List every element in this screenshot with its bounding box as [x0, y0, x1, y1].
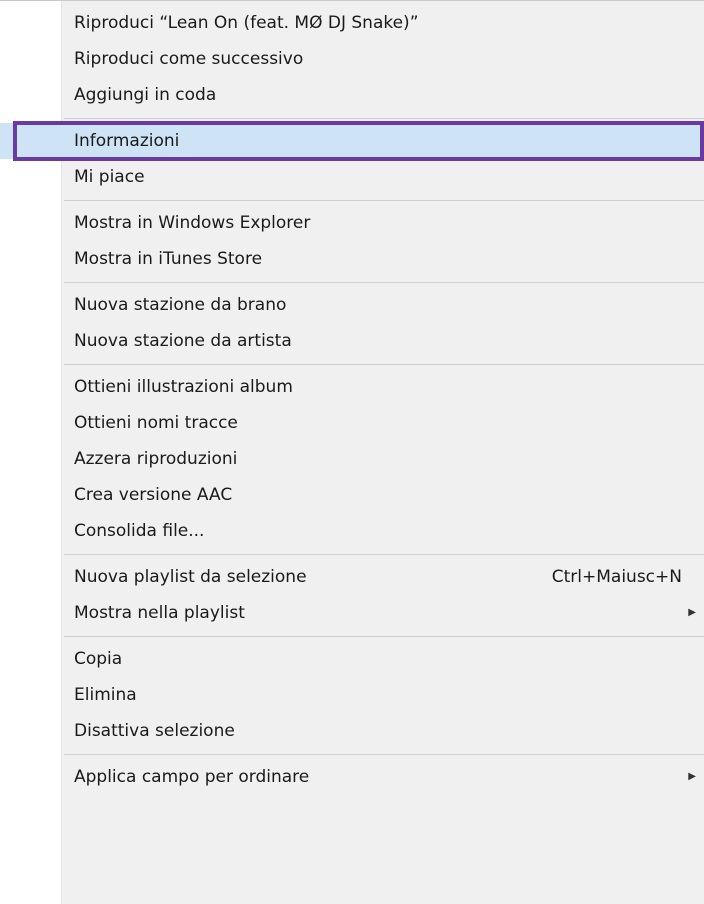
menu-item-aggiungi-in-coda[interactable]: Aggiungi in coda: [0, 77, 704, 113]
menu-item-azzera-riproduzioni[interactable]: Azzera riproduzioni: [0, 441, 704, 477]
menu-items: Riproduci “Lean On (feat. MØ DJ Snake)” R…: [0, 5, 704, 795]
menu-item-riproduci-lean-on-feat-m-dj-snake[interactable]: Riproduci “Lean On (feat. MØ DJ Snake)”: [0, 5, 704, 41]
menu-item-informazioni[interactable]: Informazioni: [0, 121, 704, 161]
context-menu: Riproduci “Lean On (feat. MØ DJ Snake)” R…: [0, 0, 704, 904]
menu-item-label: Copia: [74, 649, 123, 669]
menu-item-applica-campo-per-ordinare[interactable]: Applica campo per ordinare ▶: [0, 759, 704, 795]
menu-separator: [0, 549, 704, 559]
menu-separator: [0, 195, 704, 205]
menu-item-label: Applica campo per ordinare: [74, 767, 310, 787]
menu-item-crea-versione-aac[interactable]: Crea versione AAC: [0, 477, 704, 513]
menu-item-disattiva-selezione[interactable]: Disattiva selezione: [0, 713, 704, 749]
menu-item-ottieni-illustrazioni-album[interactable]: Ottieni illustrazioni album: [0, 369, 704, 405]
menu-item-label: Nuova stazione da brano: [74, 295, 287, 315]
submenu-arrow-icon: ▶: [688, 771, 696, 782]
menu-item-mostra-in-windows-explorer[interactable]: Mostra in Windows Explorer: [0, 205, 704, 241]
menu-item-nuova-stazione-da-brano[interactable]: Nuova stazione da brano: [0, 287, 704, 323]
menu-separator: [0, 277, 704, 287]
menu-item-nuova-playlist-da-selezione[interactable]: Nuova playlist da selezione Ctrl+Maiusc+N: [0, 559, 704, 595]
menu-item-label: Mi piace: [74, 167, 145, 187]
menu-item-label: Azzera riproduzioni: [74, 449, 238, 469]
menu-item-mostra-in-itunes-store[interactable]: Mostra in iTunes Store: [0, 241, 704, 277]
menu-item-elimina[interactable]: Elimina: [0, 677, 704, 713]
menu-separator: [0, 113, 704, 123]
menu-item-label: Mostra in iTunes Store: [74, 249, 263, 269]
menu-item-label: Nuova playlist da selezione: [74, 567, 307, 587]
menu-item-shortcut: Ctrl+Maiusc+N: [551, 567, 682, 587]
menu-item-label: Mostra nella playlist: [74, 603, 245, 623]
menu-item-consolida-file[interactable]: Consolida file...: [0, 513, 704, 549]
menu-item-label: Ottieni illustrazioni album: [74, 377, 293, 397]
menu-item-riproduci-come-successivo[interactable]: Riproduci come successivo: [0, 41, 704, 77]
menu-separator: [0, 631, 704, 641]
menu-item-label: Riproduci come successivo: [74, 49, 304, 69]
menu-item-label: Ottieni nomi tracce: [74, 413, 238, 433]
menu-item-label: Consolida file...: [74, 521, 205, 541]
submenu-arrow-icon: ▶: [688, 607, 696, 618]
menu-item-label: Mostra in Windows Explorer: [74, 213, 311, 233]
menu-item-nuova-stazione-da-artista[interactable]: Nuova stazione da artista: [0, 323, 704, 359]
menu-item-label: Informazioni: [74, 131, 180, 151]
menu-separator: [0, 359, 704, 369]
menu-item-label: Crea versione AAC: [74, 485, 233, 505]
menu-item-ottieni-nomi-tracce[interactable]: Ottieni nomi tracce: [0, 405, 704, 441]
menu-item-label: Disattiva selezione: [74, 721, 235, 741]
menu-separator: [0, 749, 704, 759]
menu-item-label: Aggiungi in coda: [74, 85, 217, 105]
menu-item-label: Elimina: [74, 685, 137, 705]
menu-item-mi-piace[interactable]: Mi piace: [0, 159, 704, 195]
menu-item-label: Riproduci “Lean On (feat. MØ DJ Snake)”: [74, 13, 419, 33]
menu-item-copia[interactable]: Copia: [0, 641, 704, 677]
menu-item-mostra-nella-playlist[interactable]: Mostra nella playlist ▶: [0, 595, 704, 631]
menu-item-label: Nuova stazione da artista: [74, 331, 292, 351]
